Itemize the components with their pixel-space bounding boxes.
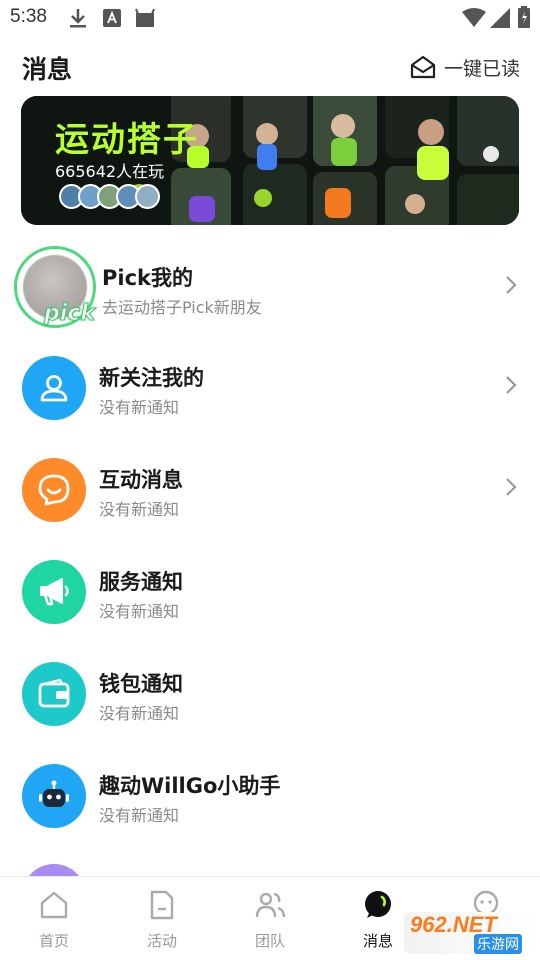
person-icon	[22, 356, 86, 420]
banner-player-count: 665642人在玩	[55, 162, 165, 181]
team-icon	[255, 892, 286, 918]
battery-icon	[518, 6, 530, 28]
download-icon	[70, 9, 86, 28]
list-item-new-followers[interactable]: 新关注我的 没有新通知	[0, 338, 540, 438]
home-icon	[40, 891, 68, 919]
status-time: 5:38	[10, 6, 47, 27]
mark-all-read-label: 一键已读	[443, 57, 520, 80]
sports-buddy-banner[interactable]: 运动搭子 665642人在玩	[21, 96, 519, 225]
list-item-pick-me[interactable]: pick Pick我的 去运动搭子Pick新朋友	[0, 238, 540, 338]
list-item-title: Pick我的	[102, 266, 194, 290]
watermark-site-name: 乐游网	[474, 934, 522, 954]
chat-bubble-icon	[365, 891, 391, 918]
list-item-wallet-notices[interactable]: 钱包通知 没有新通知	[0, 644, 540, 744]
font-icon	[103, 9, 121, 27]
list-item-subtitle: 没有新通知	[99, 500, 180, 519]
chevron-right-icon	[506, 276, 517, 294]
list-item-subtitle: 去运动搭子Pick新朋友	[102, 298, 262, 317]
banner-avatar-stack	[59, 184, 160, 209]
status-bar: 5:38	[0, 0, 540, 36]
tab-home[interactable]: 首页	[0, 877, 108, 960]
chevron-right-icon	[506, 478, 517, 496]
list-item-service-notices[interactable]: 服务通知 没有新通知	[0, 542, 540, 642]
list-item-subtitle: 没有新通知	[99, 806, 180, 825]
tab-label: 团队	[254, 932, 285, 950]
pick-badge: pick	[44, 301, 96, 327]
banner-title: 运动搭子	[55, 120, 199, 160]
tab-activities[interactable]: 活动	[108, 877, 216, 960]
list-item-subtitle: 没有新通知	[99, 602, 180, 621]
wallet-icon	[22, 662, 86, 726]
tab-label: 首页	[38, 932, 69, 950]
page-title: 消息	[22, 55, 73, 84]
chevron-right-icon	[506, 376, 517, 394]
header: 消息 一键已读	[0, 40, 540, 94]
list-item-title: 新关注我的	[99, 366, 204, 390]
list-item-title: 服务通知	[99, 570, 183, 594]
list-item-subtitle: 没有新通知	[99, 704, 180, 723]
signal-icon	[490, 8, 510, 28]
list-item-title: 趣动WillGo小助手	[99, 774, 281, 798]
list-item-willgo-assistant[interactable]: 趣动WillGo小助手 没有新通知	[0, 746, 540, 846]
smile-chat-icon	[22, 458, 86, 522]
megaphone-icon	[22, 560, 86, 624]
tab-team[interactable]: 团队	[216, 877, 324, 960]
list-item-title: 钱包通知	[99, 672, 183, 696]
envelope-open-icon	[410, 55, 436, 79]
avatar: pick	[14, 246, 96, 328]
list-item-title: 互动消息	[99, 468, 183, 492]
robot-icon	[22, 764, 86, 828]
avatar	[135, 184, 160, 209]
wifi-icon	[462, 8, 486, 27]
tab-label: 活动	[146, 932, 177, 950]
list-item-interactions[interactable]: 互动消息 没有新通知	[0, 440, 540, 540]
document-icon	[150, 890, 174, 920]
list-item-subtitle: 没有新通知	[99, 398, 180, 417]
mark-all-read-button[interactable]: 一键已读	[410, 52, 520, 82]
android-icon	[135, 8, 155, 27]
site-watermark: 962.NET 乐游网	[404, 912, 534, 954]
